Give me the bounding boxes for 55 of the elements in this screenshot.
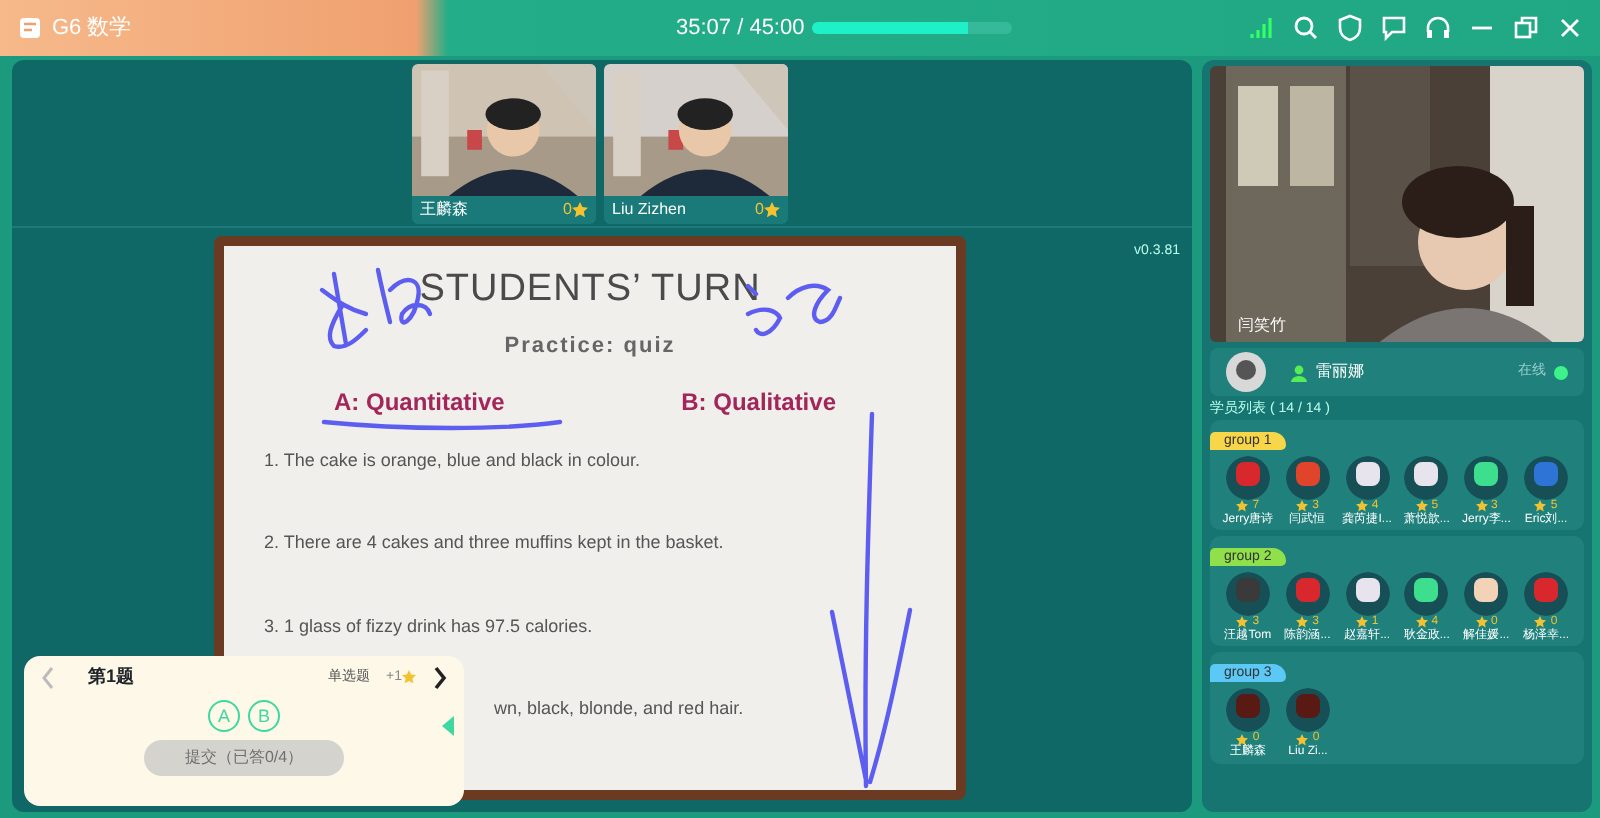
choice-button[interactable]: B [248,699,280,731]
option-label: B: Qualitative [681,385,836,419]
avatar-icon[interactable] [1464,572,1509,617]
avatar-icon[interactable] [1464,456,1509,500]
star-icon [1236,616,1249,629]
star-icon [1296,500,1309,513]
question-text: 2. There are 4 cakes and three muffins kept in the basket. [264,530,726,556]
shield-icon[interactable] [1336,14,1364,42]
next-icon[interactable] [432,665,448,690]
avatar-icon [1226,352,1266,392]
star-icon [1534,500,1547,513]
star-icon [1475,500,1488,513]
star-icon [402,670,416,685]
user-icon [1290,363,1308,381]
previous-icon[interactable] [40,665,56,690]
score-label: 0 [563,197,572,221]
slide-title: STUDENTS’ TURN [419,266,761,314]
star-icon [1534,616,1547,629]
student-name: 王麟森 [420,197,468,221]
option-label: A: Quantitative [334,385,505,419]
collapse-icon[interactable] [442,716,456,736]
star-icon [1296,616,1309,629]
assistant-name: 雷丽娜 [1316,360,1364,384]
close-icon[interactable] [1556,14,1584,42]
book-icon [16,14,44,42]
score-label: 0 [755,197,764,221]
question-text: 3. 1 glass of fizzy drink has 97.5 calories. [264,613,595,640]
star-icon [1296,733,1309,746]
star-icon [764,201,780,217]
star-icon [572,201,588,217]
avatar-icon[interactable] [1345,572,1390,617]
question-title: 第1题 [88,664,135,690]
avatar-icon[interactable] [1404,456,1449,500]
class-timer: 35:07 / 45:00 [676,13,805,44]
student-name: Liu Zizhen [612,197,686,221]
teacher-name: 闫笑竹 [1238,314,1286,338]
star-icon [1355,500,1368,513]
avatar-icon[interactable] [1404,572,1449,617]
question-text: 1. The cake is orange, blue and black in colour. [264,447,642,474]
headset-icon[interactable] [1424,14,1452,42]
avatar-icon[interactable] [1345,456,1390,500]
app-title: G6 数学 [52,13,132,44]
chat-icon[interactable] [1380,14,1408,42]
search-icon[interactable] [1292,14,1320,42]
restore-icon[interactable] [1512,14,1540,42]
star-icon [1236,500,1249,513]
star-icon [1415,500,1428,513]
star-icon [1355,616,1368,629]
choice-button[interactable]: A [208,699,240,731]
signal-icon [1248,14,1276,42]
slide-subtitle: Practice: quiz [504,333,676,357]
star-icon [1236,733,1249,746]
status-dot-icon [1554,365,1568,379]
star-icon [1475,616,1488,629]
star-icon [1415,616,1428,629]
